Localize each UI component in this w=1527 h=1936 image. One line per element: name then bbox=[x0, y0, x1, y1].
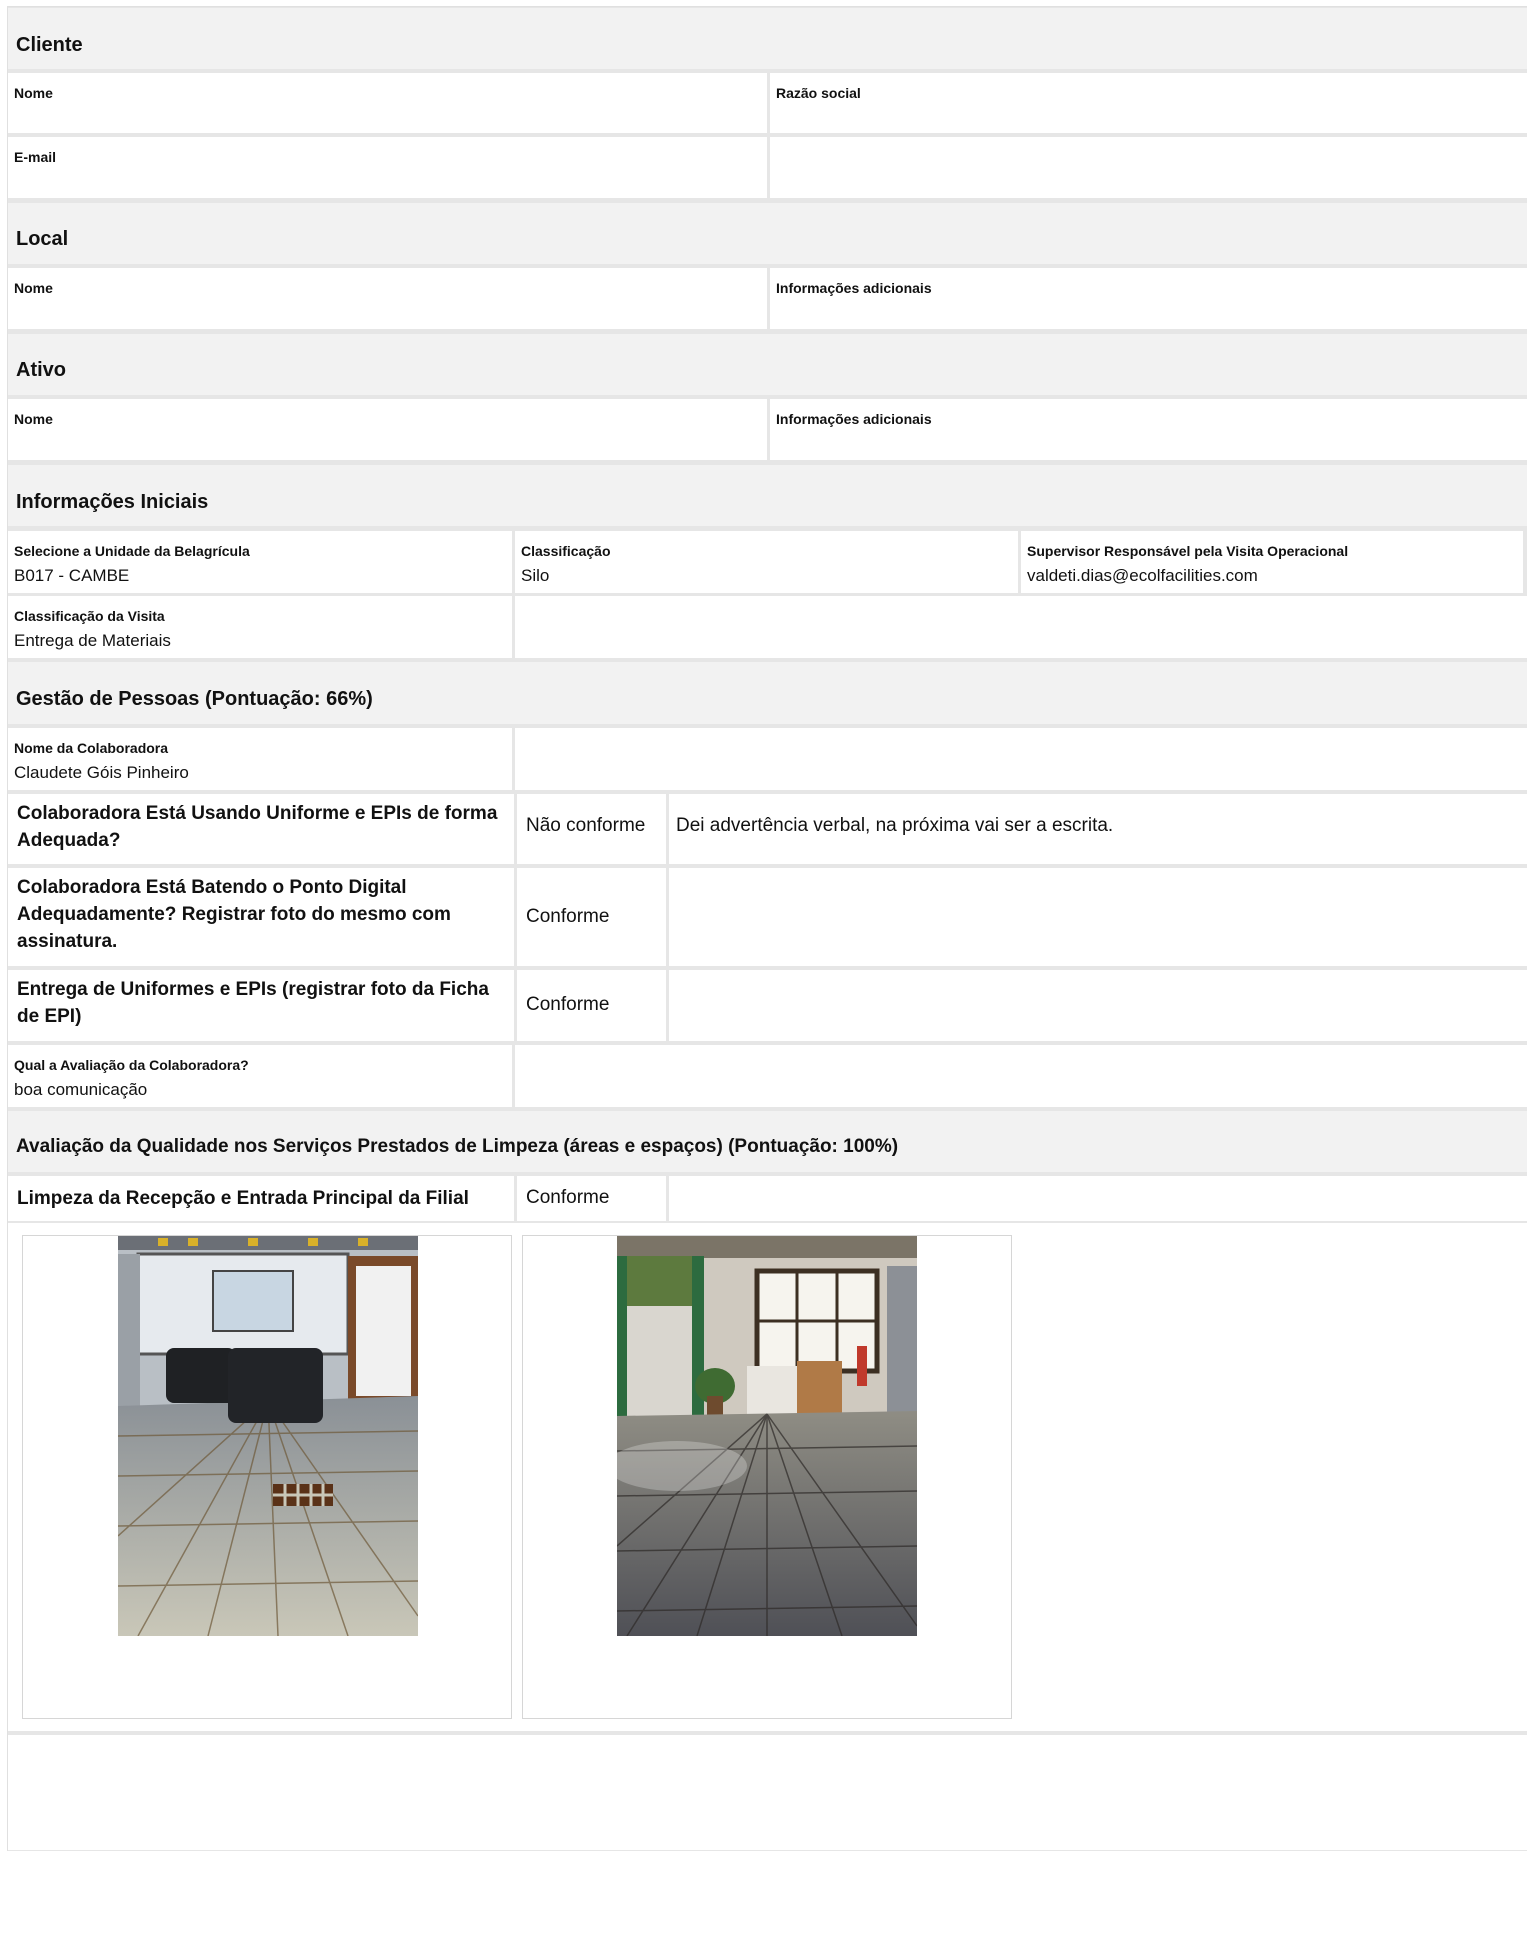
question-line: Entrega de Uniformes e EPIs (registrar f… bbox=[17, 979, 489, 1000]
field-value: boa comunicação bbox=[14, 1080, 148, 1099]
field-label: E-mail bbox=[14, 149, 57, 165]
field-value: Entrega de Materiais bbox=[14, 631, 171, 650]
question-ponto-digital: Colaboradora Está Batendo o Ponto Digita… bbox=[8, 868, 514, 966]
section-title: Cliente bbox=[16, 34, 83, 56]
field-value: Silo bbox=[521, 566, 550, 585]
field-local-info: Informações adicionais bbox=[770, 268, 1527, 329]
field-ativo-info: Informações adicionais bbox=[770, 399, 1527, 460]
section-ativo: Ativo bbox=[8, 334, 1527, 395]
empty-cell bbox=[770, 137, 1527, 198]
empty-cell bbox=[515, 1045, 1527, 1107]
field-value: B017 - CAMBE bbox=[14, 566, 130, 585]
section-cliente: Cliente bbox=[8, 8, 1527, 69]
field-label: Qual a Avaliação da Colaboradora? bbox=[14, 1057, 249, 1073]
question-line: Adequada? bbox=[17, 830, 121, 851]
field-label: Nome bbox=[14, 85, 53, 101]
field-label: Selecione a Unidade da Belagrícula bbox=[14, 543, 250, 559]
comment-entrega-uniformes bbox=[669, 970, 1527, 1041]
field-value: valdeti.dias@ecolfacilities.com bbox=[1027, 566, 1258, 585]
question-entrega-uniformes: Entrega de Uniformes e EPIs (registrar f… bbox=[8, 970, 514, 1041]
field-label: Nome bbox=[14, 280, 53, 296]
field-local-nome: Nome bbox=[8, 268, 767, 329]
inspection-report: Cliente Nome Razão social E-mail Local N… bbox=[0, 0, 1527, 1851]
question-limpeza-recepcao: Limpeza da Recepção e Entrada Principal … bbox=[8, 1176, 514, 1221]
field-classificacao-visita: Classificação da Visita Entrega de Mater… bbox=[8, 596, 512, 658]
answer-uniforme-epis: Não conforme bbox=[517, 794, 666, 864]
answer-limpeza-recepcao: Conforme bbox=[517, 1176, 666, 1221]
empty-cell bbox=[515, 728, 1527, 790]
section-limpeza: Avaliação da Qualidade nos Serviços Pres… bbox=[8, 1111, 1527, 1172]
field-razao-social: Razão social bbox=[770, 73, 1527, 133]
section-title: Ativo bbox=[16, 359, 66, 381]
field-label: Nome bbox=[14, 411, 53, 427]
question-line: de EPI) bbox=[17, 1006, 82, 1027]
field-label: Supervisor Responsável pela Visita Opera… bbox=[1027, 543, 1349, 559]
section-title: Avaliação da Qualidade nos Serviços Pres… bbox=[16, 1136, 899, 1157]
field-email: E-mail bbox=[8, 137, 767, 198]
section-title: Local bbox=[16, 228, 69, 250]
answer-entrega-uniformes: Conforme bbox=[517, 970, 666, 1041]
section-title: Gestão de Pessoas (Pontuação: 66%) bbox=[16, 688, 373, 710]
field-unidade: Selecione a Unidade da Belagrícula B017 … bbox=[8, 531, 512, 593]
field-label: Nome da Colaboradora bbox=[14, 740, 169, 756]
comment-uniforme-epis: Dei advertência verbal, na próxima vai s… bbox=[669, 794, 1527, 864]
comment-ponto-digital bbox=[669, 868, 1527, 966]
field-label: Razão social bbox=[776, 85, 861, 101]
field-value: Claudete Góis Pinheiro bbox=[14, 763, 189, 782]
section-title: Informações Iniciais bbox=[16, 491, 209, 513]
photo-reception-lobby[interactable] bbox=[118, 1236, 418, 1636]
empty-row bbox=[8, 1735, 1527, 1850]
field-label: Informações adicionais bbox=[776, 280, 932, 296]
field-supervisor: Supervisor Responsável pela Visita Opera… bbox=[1021, 531, 1523, 593]
field-label: Classificação da Visita bbox=[14, 608, 165, 624]
field-nome-colaboradora: Nome da Colaboradora Claudete Góis Pinhe… bbox=[8, 728, 512, 790]
comment-value: Dei advertência verbal, na próxima vai s… bbox=[676, 815, 1114, 836]
comment-limpeza-recepcao bbox=[669, 1176, 1527, 1221]
field-cliente-nome: Nome bbox=[8, 73, 767, 133]
section-local: Local bbox=[8, 203, 1527, 264]
answer-value: Conforme bbox=[526, 906, 610, 927]
question-line: Colaboradora Está Batendo o Ponto Digita… bbox=[17, 877, 407, 898]
question-uniforme-epis: Colaboradora Está Usando Uniforme e EPIs… bbox=[8, 794, 514, 864]
field-ativo-nome: Nome bbox=[8, 399, 767, 460]
question-line: Limpeza da Recepção e Entrada Principal … bbox=[17, 1188, 469, 1209]
answer-value: Conforme bbox=[526, 1187, 610, 1208]
field-avaliacao-colaboradora: Qual a Avaliação da Colaboradora? boa co… bbox=[8, 1045, 512, 1107]
photo-main-entrance[interactable] bbox=[617, 1236, 917, 1636]
answer-value: Conforme bbox=[526, 994, 610, 1015]
question-line: Adequadamente? Registrar foto do mesmo c… bbox=[17, 904, 451, 925]
section-gestao-pessoas: Gestão de Pessoas (Pontuação: 66%) bbox=[8, 662, 1527, 724]
field-classificacao: Classificação Silo bbox=[515, 531, 1018, 593]
field-label: Classificação bbox=[521, 543, 611, 559]
question-line: Colaboradora Está Usando Uniforme e EPIs… bbox=[17, 803, 498, 824]
answer-ponto-digital: Conforme bbox=[517, 868, 666, 966]
question-line: assinatura. bbox=[17, 931, 118, 952]
empty-cell bbox=[515, 596, 1527, 658]
section-informacoes-iniciais: Informações Iniciais bbox=[8, 465, 1527, 526]
answer-value: Não conforme bbox=[526, 815, 646, 836]
field-label: Informações adicionais bbox=[776, 411, 932, 427]
